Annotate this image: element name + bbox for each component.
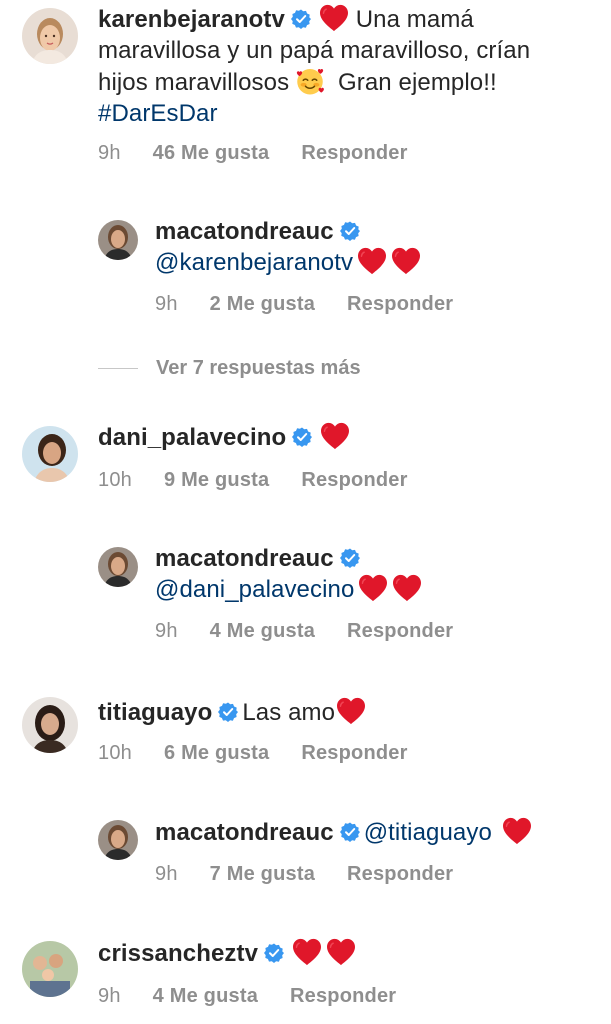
reply-meta: 9h 4 Me gusta Responder bbox=[155, 620, 453, 643]
reply-button[interactable]: Responder bbox=[347, 293, 453, 316]
avatar[interactable] bbox=[22, 426, 78, 482]
avatar[interactable] bbox=[22, 8, 78, 64]
timestamp: 9h bbox=[155, 620, 178, 642]
mention-link[interactable]: @karenbejaranotv bbox=[155, 249, 353, 276]
reply-button[interactable]: Responder bbox=[347, 863, 453, 886]
comment-text-line3a: hijos maravillosos bbox=[98, 69, 290, 96]
reply-text: macatondreauc @dani_palavecino bbox=[155, 543, 595, 605]
verified-badge-icon bbox=[291, 9, 311, 29]
comment-text: titiaguayo Las amo bbox=[98, 697, 598, 728]
hashtag-link[interactable]: #DarEsDar bbox=[98, 100, 218, 127]
comment-meta: 10h 9 Me gusta Responder bbox=[98, 469, 408, 492]
comment-text-line3b: Gran ejemplo!! bbox=[337, 69, 497, 96]
avatar[interactable] bbox=[98, 547, 138, 587]
reply-button[interactable]: Responder bbox=[301, 469, 407, 492]
verified-badge-icon bbox=[218, 702, 238, 722]
heart-emoji-icon bbox=[292, 938, 322, 966]
comment-text: dani_palavecino bbox=[98, 422, 598, 453]
timestamp: 9h bbox=[98, 142, 121, 164]
heart-emoji-icon bbox=[320, 422, 350, 450]
timestamp: 9h bbox=[98, 985, 121, 1007]
avatar[interactable] bbox=[98, 220, 138, 260]
reply-button[interactable]: Responder bbox=[290, 985, 396, 1008]
comment-meta: 9h 46 Me gusta Responder bbox=[98, 142, 408, 165]
username[interactable]: macatondreauc bbox=[155, 218, 334, 245]
comment-meta: 10h 6 Me gusta Responder bbox=[98, 742, 408, 765]
divider-line bbox=[98, 368, 138, 369]
timestamp: 10h bbox=[98, 469, 132, 491]
avatar[interactable] bbox=[98, 820, 138, 860]
avatar[interactable] bbox=[22, 941, 78, 997]
username[interactable]: macatondreauc bbox=[155, 545, 334, 572]
reply-text: macatondreauc @titiaguayo bbox=[155, 817, 605, 848]
reply-meta: 9h 7 Me gusta Responder bbox=[155, 863, 453, 886]
verified-badge-icon bbox=[292, 427, 312, 447]
comment-body: Las amo bbox=[242, 699, 336, 726]
comment-meta: 9h 4 Me gusta Responder bbox=[98, 985, 396, 1008]
likes-count[interactable]: 7 Me gusta bbox=[210, 863, 315, 886]
reply-button[interactable]: Responder bbox=[301, 142, 407, 165]
comment-text-line1: Una mamá bbox=[355, 6, 474, 33]
smiling-face-with-hearts-icon bbox=[295, 66, 325, 96]
likes-count[interactable]: 46 Me gusta bbox=[153, 142, 270, 165]
likes-count[interactable]: 2 Me gusta bbox=[210, 293, 315, 316]
likes-count[interactable]: 4 Me gusta bbox=[210, 620, 315, 643]
view-more-replies-button[interactable]: Ver 7 respuestas más bbox=[98, 357, 361, 380]
likes-count[interactable]: 4 Me gusta bbox=[153, 985, 258, 1008]
timestamp: 9h bbox=[155, 293, 178, 315]
comment-text: karenbejaranotv Una mamá maravillosa y u… bbox=[98, 4, 598, 129]
heart-emoji-icon bbox=[336, 697, 366, 725]
username[interactable]: macatondreauc bbox=[155, 819, 334, 846]
view-more-label: Ver 7 respuestas más bbox=[156, 357, 361, 379]
reply-button[interactable]: Responder bbox=[347, 620, 453, 643]
heart-emoji-icon bbox=[391, 247, 421, 275]
verified-badge-icon bbox=[340, 822, 360, 842]
timestamp: 10h bbox=[98, 742, 132, 764]
avatar[interactable] bbox=[22, 697, 78, 753]
heart-emoji-icon bbox=[392, 574, 422, 602]
reply-button[interactable]: Responder bbox=[301, 742, 407, 765]
heart-emoji-icon bbox=[319, 4, 349, 32]
reply-meta: 9h 2 Me gusta Responder bbox=[155, 293, 453, 316]
username[interactable]: titiaguayo bbox=[98, 699, 212, 726]
username[interactable]: dani_palavecino bbox=[98, 424, 286, 451]
heart-emoji-icon bbox=[326, 938, 356, 966]
verified-badge-icon bbox=[340, 221, 360, 241]
comment-text-line2: maravillosa y un papá maravilloso, crían bbox=[98, 37, 531, 64]
heart-emoji-icon bbox=[357, 247, 387, 275]
comment-text: crissancheztv bbox=[98, 938, 598, 969]
mention-link[interactable]: @dani_palavecino bbox=[155, 576, 354, 603]
reply-text: macatondreauc @karenbejaranotv bbox=[155, 216, 595, 278]
likes-count[interactable]: 6 Me gusta bbox=[164, 742, 269, 765]
timestamp: 9h bbox=[155, 863, 178, 885]
heart-emoji-icon bbox=[502, 817, 532, 845]
likes-count[interactable]: 9 Me gusta bbox=[164, 469, 269, 492]
mention-link[interactable]: @titiaguayo bbox=[364, 819, 492, 846]
verified-badge-icon bbox=[264, 943, 284, 963]
heart-emoji-icon bbox=[358, 574, 388, 602]
username[interactable]: karenbejaranotv bbox=[98, 6, 285, 33]
verified-badge-icon bbox=[340, 548, 360, 568]
username[interactable]: crissancheztv bbox=[98, 940, 258, 967]
